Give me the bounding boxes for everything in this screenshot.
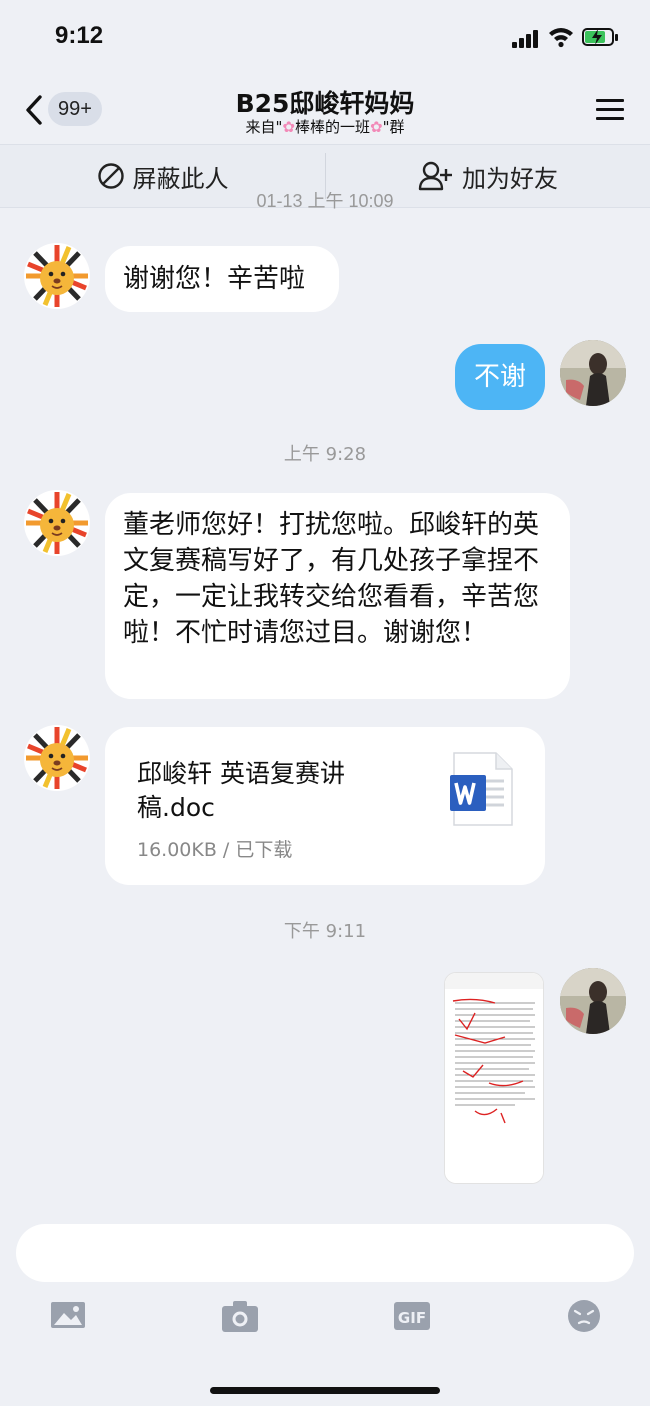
- timestamp: 下午 9:11: [283, 921, 367, 942]
- document-screenshot-image: [445, 973, 543, 1183]
- person-photo-image: [560, 968, 626, 1034]
- sender-avatar[interactable]: [24, 243, 90, 309]
- wifi-icon: [549, 28, 573, 48]
- block-icon: [97, 163, 124, 189]
- flower-icon: ✿: [370, 118, 383, 136]
- image-icon[interactable]: [49, 1298, 89, 1334]
- chat-subtitle: 来自"✿棒棒的一班✿"群: [0, 116, 650, 137]
- file-message-card[interactable]: 邱峻轩 英语复赛讲稿.doc 16.00KB / 已下载: [105, 727, 545, 885]
- camera-icon[interactable]: [220, 1298, 260, 1334]
- lion-avatar-image: [25, 726, 89, 790]
- emoji-icon[interactable]: [564, 1298, 604, 1334]
- message-input[interactable]: [16, 1224, 634, 1282]
- menu-icon[interactable]: [596, 97, 624, 123]
- block-user-label: 屏蔽此人: [132, 164, 229, 193]
- message-bubble-outgoing[interactable]: 不谢: [455, 344, 545, 410]
- composer: GIF: [0, 1210, 650, 1406]
- svg-text:GIF: GIF: [398, 1309, 426, 1327]
- status-time: 9:12: [55, 22, 104, 49]
- sender-avatar[interactable]: [24, 490, 90, 556]
- add-friend-icon: [418, 161, 452, 191]
- message-bubble[interactable]: 董老师您好！打扰您啦。邱峻轩的英文复赛稿写好了，有几处孩子拿捏不定，一定让我转交…: [105, 493, 570, 699]
- status-bar: 9:12: [0, 0, 650, 80]
- subtitle-prefix: 来自": [245, 118, 283, 136]
- cellular-signal-icon: [512, 30, 542, 48]
- add-friend-label: 加为好友: [462, 164, 558, 193]
- home-indicator[interactable]: [210, 1387, 440, 1394]
- timestamp-clipped: 01-13 上午 10:09: [256, 192, 394, 211]
- word-doc-icon: [450, 752, 513, 826]
- flower-icon: ✿: [282, 118, 295, 136]
- message-text: 董老师您好！打扰您啦。邱峻轩的英文复赛稿写好了，有几处孩子拿捏不定，一定让我转交…: [123, 510, 540, 648]
- group-name: 棒棒的一班: [294, 118, 370, 136]
- message-text: 谢谢您！辛苦啦: [123, 264, 306, 294]
- sender-avatar[interactable]: [24, 725, 90, 791]
- chat-header: 99+ B25邸峻轩妈妈 来自"✿棒棒的一班✿"群: [0, 80, 650, 144]
- lion-avatar-image: [25, 491, 89, 555]
- subtitle-suffix: "群: [382, 118, 405, 136]
- self-avatar[interactable]: [560, 340, 626, 406]
- person-photo-image: [560, 340, 626, 406]
- self-avatar[interactable]: [560, 968, 626, 1034]
- gif-icon[interactable]: GIF: [392, 1298, 432, 1334]
- battery-icon: [582, 28, 622, 48]
- message-text: 不谢: [473, 362, 526, 392]
- message-bubble[interactable]: 谢谢您！辛苦啦: [105, 246, 339, 312]
- image-message-thumbnail[interactable]: [444, 972, 544, 1184]
- file-meta: 16.00KB / 已下载: [137, 839, 293, 861]
- lion-avatar-image: [25, 244, 89, 308]
- file-name: 邱峻轩 英语复赛讲稿.doc: [137, 759, 345, 822]
- timestamp: 上午 9:28: [283, 444, 367, 465]
- chat-title: B25邸峻轩妈妈: [235, 89, 415, 118]
